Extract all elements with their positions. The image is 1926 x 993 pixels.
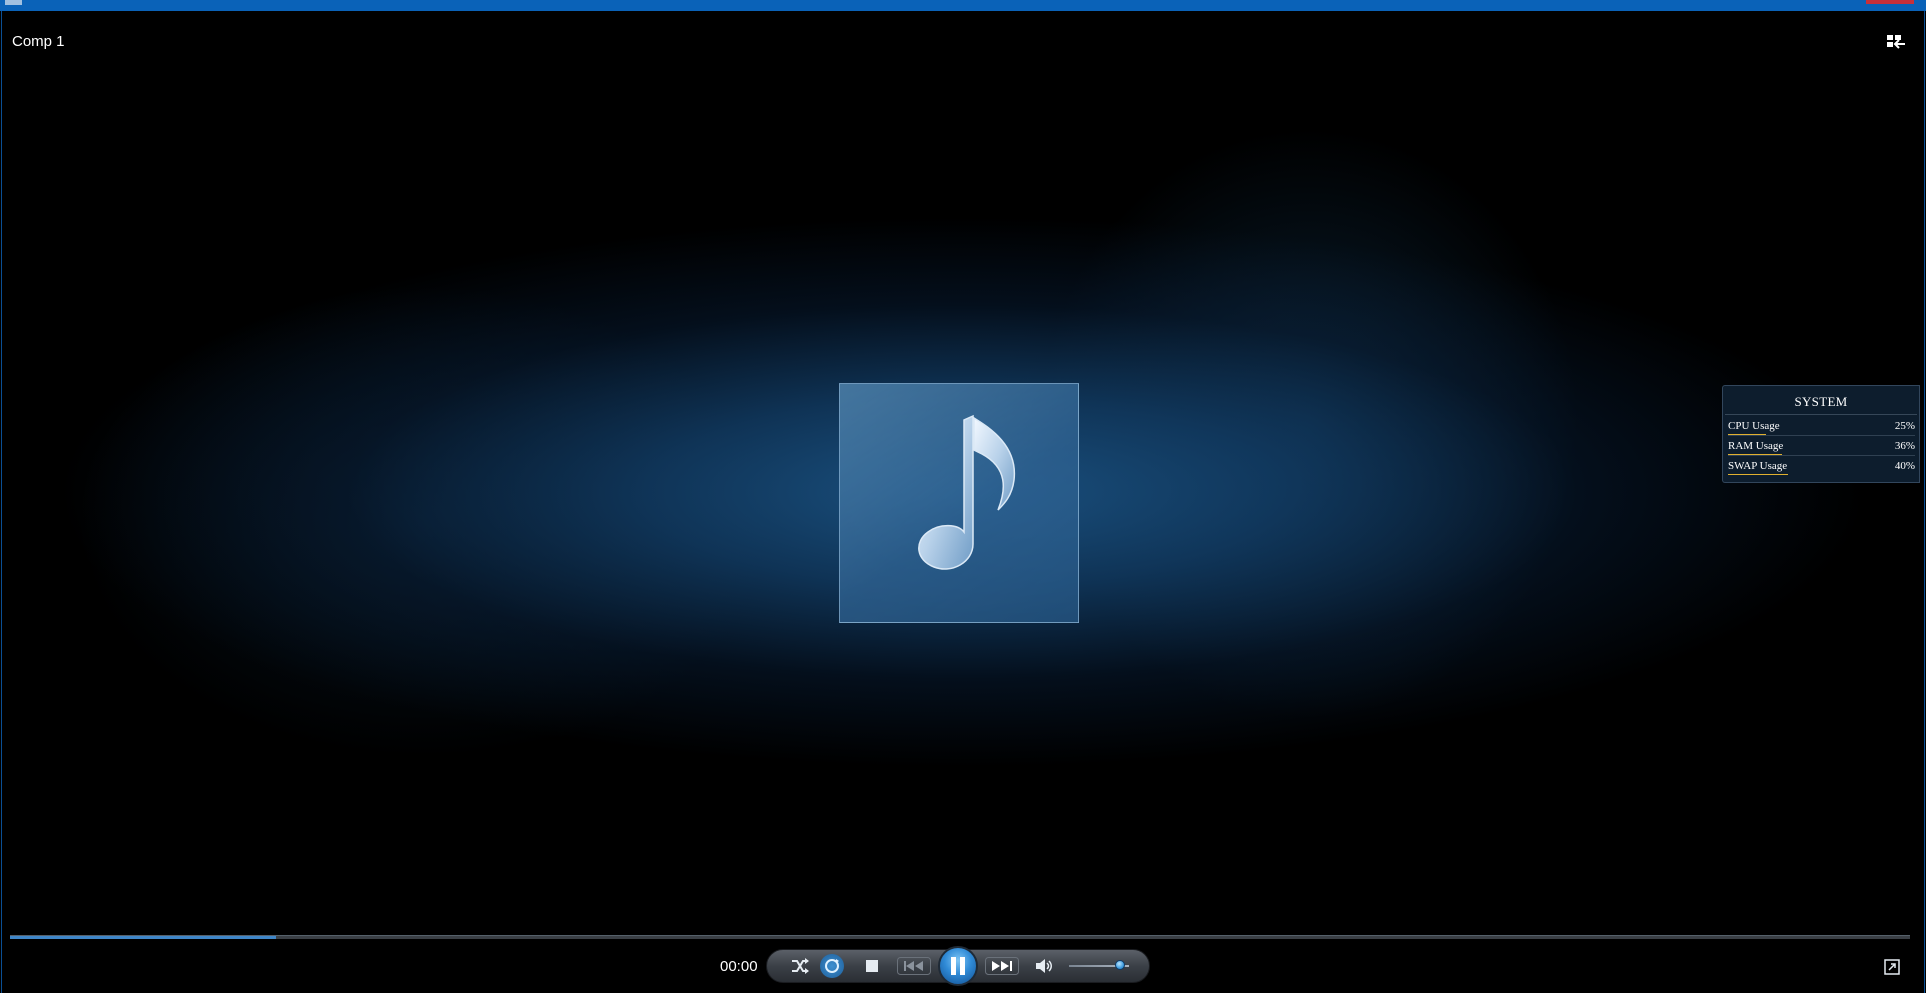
swap-usage-bar <box>1728 474 1788 475</box>
system-usage-panel: SYSTEM CPU Usage 25% RAM Usage 36% SWAP … <box>1722 385 1920 483</box>
ram-usage-value: 36% <box>1894 440 1915 452</box>
cpu-usage-value: 25% <box>1894 420 1915 432</box>
album-art <box>839 383 1079 623</box>
swap-usage-value: 40% <box>1894 460 1915 472</box>
cpu-usage-row: CPU Usage 25% <box>1728 418 1915 436</box>
ram-usage-label: RAM Usage <box>1728 440 1784 452</box>
close-button[interactable] <box>1866 0 1914 4</box>
pause-icon <box>951 957 965 975</box>
previous-icon[interactable] <box>897 957 931 975</box>
volume-thumb[interactable] <box>1115 960 1125 970</box>
next-icon[interactable] <box>985 957 1019 975</box>
fullscreen-icon[interactable] <box>1884 959 1900 975</box>
stop-icon[interactable] <box>866 960 878 972</box>
row-divider <box>1728 435 1915 436</box>
cpu-usage-label: CPU Usage <box>1728 420 1780 432</box>
system-panel-title: SYSTEM <box>1794 394 1848 409</box>
switch-layout-icon[interactable] <box>1886 33 1906 51</box>
divider <box>1725 414 1917 415</box>
window-title-bar <box>0 0 1926 11</box>
swap-usage-row: SWAP Usage 40% <box>1728 458 1915 476</box>
music-note-icon <box>918 414 1016 570</box>
repeat-icon[interactable] <box>820 954 844 978</box>
speaker-icon[interactable] <box>1034 956 1054 976</box>
now-playing-title: Comp 1 <box>12 33 65 50</box>
ram-usage-row: RAM Usage 36% <box>1728 438 1915 456</box>
elapsed-time: 00:00 <box>720 958 758 975</box>
shuffle-icon[interactable] <box>789 956 811 976</box>
row-divider <box>1728 455 1915 456</box>
seek-bar[interactable] <box>10 935 1910 939</box>
app-icon <box>5 0 22 5</box>
swap-usage-label: SWAP Usage <box>1728 460 1788 472</box>
play-pause-button[interactable] <box>938 946 978 986</box>
seek-progress <box>10 936 276 939</box>
